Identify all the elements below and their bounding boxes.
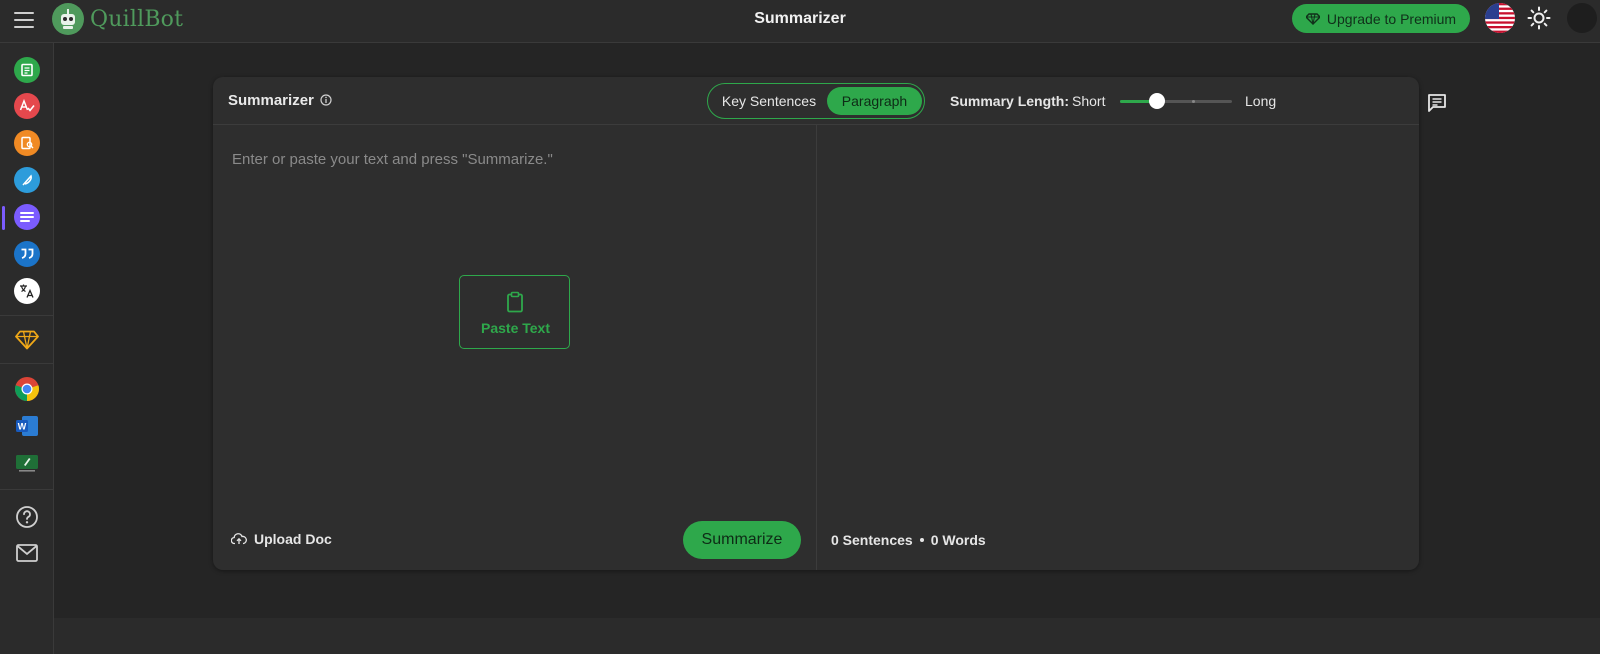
- summarizer-card: Summarizer Key Sentences Paragraph Summa…: [213, 77, 1419, 570]
- sidebar-item-summarizer[interactable]: [14, 204, 40, 230]
- summary-length-short: Short: [1072, 93, 1106, 109]
- sidebar-item-citation-generator[interactable]: [14, 241, 40, 267]
- mode-paragraph[interactable]: Paragraph: [827, 87, 922, 115]
- sidebar-item-mac-app[interactable]: [14, 450, 40, 476]
- sidebar-item-translator[interactable]: [14, 278, 40, 304]
- top-bar: QuillBot Summarizer Upgrade to Premium: [0, 0, 1600, 43]
- summarizer-lines-icon: [20, 212, 34, 222]
- feedback-comment-icon[interactable]: [1427, 93, 1447, 113]
- sidebar-item-paraphraser[interactable]: [14, 57, 40, 83]
- sun-theme-icon[interactable]: [1527, 6, 1551, 30]
- app-name: QuillBot: [90, 6, 184, 32]
- svg-text:W: W: [18, 422, 27, 432]
- upgrade-premium-button[interactable]: Upgrade to Premium: [1292, 4, 1470, 33]
- mode-key-sentences[interactable]: Key Sentences: [714, 87, 824, 115]
- clipboard-icon: [507, 291, 523, 313]
- sidebar-divider: [0, 489, 54, 490]
- input-textarea[interactable]: Enter or paste your text and press "Summ…: [232, 151, 802, 168]
- us-flag-icon[interactable]: [1485, 3, 1515, 33]
- mail-icon: [16, 544, 38, 562]
- pane-divider: [816, 125, 817, 570]
- upload-doc-button[interactable]: Upload Doc: [231, 531, 332, 547]
- sidebar-item-word-addin[interactable]: W: [14, 413, 40, 439]
- summary-length-slider[interactable]: [1120, 93, 1232, 109]
- document-icon: [21, 63, 33, 77]
- sidebar-item-grammar-checker[interactable]: [14, 93, 40, 119]
- word-icon: W: [16, 416, 38, 436]
- translate-icon: [20, 284, 34, 298]
- paste-text-label: Paste Text: [481, 320, 550, 336]
- sidebar: W: [0, 43, 54, 654]
- sidebar-item-premium[interactable]: [14, 327, 40, 353]
- diamond-icon: [1305, 12, 1320, 25]
- words-count: 0 Words: [930, 532, 986, 548]
- summary-length-label: Summary Length:: [950, 93, 1070, 109]
- chrome-icon: [15, 377, 39, 401]
- plagiarism-icon: [21, 136, 34, 150]
- sidebar-item-chrome-extension[interactable]: [14, 376, 40, 402]
- bottom-strip: [54, 618, 1600, 654]
- quillbot-logo-icon: [52, 3, 84, 35]
- upgrade-label: Upgrade to Premium: [1326, 10, 1457, 27]
- avatar[interactable]: [1567, 3, 1597, 33]
- summarize-button[interactable]: Summarize: [683, 521, 801, 559]
- info-icon[interactable]: [320, 94, 332, 106]
- cloud-upload-icon: [231, 533, 247, 545]
- sidebar-item-plagiarism-checker[interactable]: [14, 130, 40, 156]
- slider-step-dot: [1192, 100, 1195, 103]
- sidebar-item-help[interactable]: [14, 504, 40, 530]
- card-title: Summarizer: [228, 92, 314, 109]
- summary-counts: 0 Sentences 0 Words: [831, 532, 986, 548]
- sidebar-item-co-writer[interactable]: [14, 167, 40, 193]
- menu-icon[interactable]: [14, 12, 34, 30]
- diamond-icon: [15, 330, 39, 350]
- grammar-check-icon: [19, 99, 35, 112]
- feather-icon: [22, 174, 32, 186]
- upload-doc-label: Upload Doc: [254, 531, 332, 547]
- card-header: Summarizer Key Sentences Paragraph Summa…: [213, 77, 1419, 125]
- quote-icon: [21, 248, 34, 259]
- sidebar-divider: [0, 363, 54, 364]
- sidebar-divider: [0, 315, 54, 316]
- desktop-app-icon: [16, 455, 38, 472]
- help-circle-icon: [16, 506, 38, 528]
- summary-length-long: Long: [1245, 93, 1277, 109]
- slider-thumb[interactable]: [1148, 93, 1165, 109]
- sidebar-item-contact[interactable]: [14, 540, 40, 566]
- logo[interactable]: QuillBot: [52, 3, 183, 35]
- mode-toggle: Key Sentences Paragraph: [707, 83, 925, 119]
- separator-dot: [919, 538, 924, 542]
- active-indicator: [2, 206, 5, 230]
- paste-text-button[interactable]: Paste Text: [459, 275, 570, 349]
- sentences-count: 0 Sentences: [831, 532, 913, 548]
